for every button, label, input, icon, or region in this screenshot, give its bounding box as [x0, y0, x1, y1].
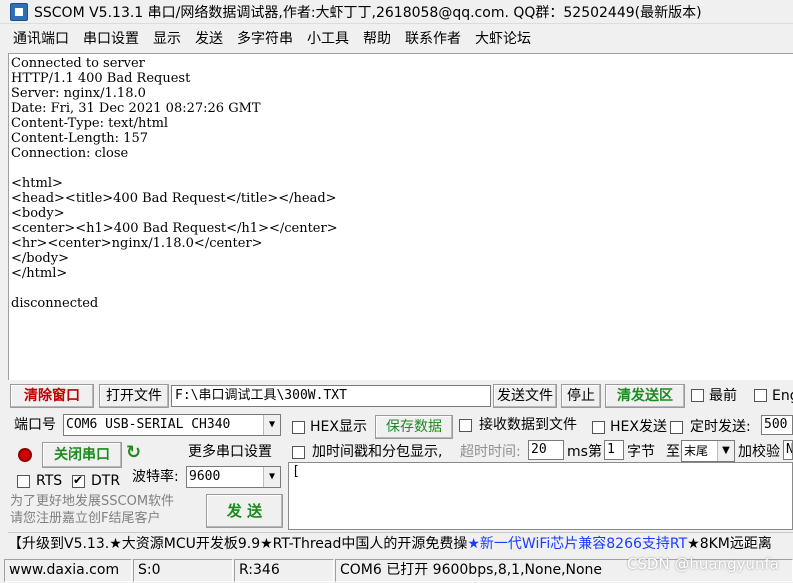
- receive-line: <hr><center>nginx/1.18.0</center>: [11, 236, 263, 251]
- timed-send-label: 定时发送:: [690, 419, 751, 435]
- menu-bar: 通讯端口 串口设置 显示 发送 多字符串 小工具 帮助 联系作者 大虾论坛: [0, 27, 793, 51]
- chevron-down-icon: ▼: [263, 415, 280, 435]
- hex-display-checkbox[interactable]: [292, 421, 305, 434]
- receive-line: Connection: close: [11, 146, 129, 161]
- menu-serial-settings[interactable]: 串口设置: [76, 27, 146, 51]
- front-label: 最前: [709, 388, 737, 404]
- timeout-label: 超时时间:: [460, 444, 521, 460]
- menu-display[interactable]: 显示: [146, 27, 188, 51]
- port-status-indicator-icon: [18, 448, 32, 462]
- english-label: English: [772, 388, 793, 404]
- dtr-checkbox[interactable]: [72, 473, 85, 488]
- port-panel: 端口号 COM6 USB-SERIAL CH340 ▼ 关闭串口 ↻ 更多串口设…: [8, 412, 285, 530]
- title-bar: SSCOM V5.13.1 串口/网络数据调试器,作者:大虾丁丁,2618058…: [0, 0, 793, 24]
- tail-value: 末尾: [684, 444, 709, 458]
- port-value: COM6 USB-SERIAL CH340: [66, 417, 231, 432]
- tail-select[interactable]: 末尾 ▼: [681, 440, 735, 462]
- chevron-down-icon: ▼: [717, 441, 734, 461]
- port-select[interactable]: COM6 USB-SERIAL CH340 ▼: [63, 414, 281, 436]
- baud-label: 波特率:: [132, 469, 179, 485]
- timed-send-interval-input[interactable]: 500: [761, 415, 793, 435]
- timed-send-checkbox[interactable]: [670, 421, 683, 434]
- hex-display-label: HEX显示: [310, 419, 367, 435]
- to-label: 至: [666, 444, 680, 460]
- checksum-label: 加校验: [738, 444, 780, 460]
- receive-line: <center><h1>400 Bad Request</h1></center…: [11, 221, 338, 236]
- news-ticker[interactable]: 【升级到V5.13.★大资源MCU开发板9.9★RT-Thread中国人的开源免…: [8, 532, 793, 556]
- status-sent-count: S:0: [133, 559, 233, 582]
- stop-button[interactable]: 停止: [561, 384, 601, 408]
- receive-line: Content-Type: text/html: [11, 116, 169, 131]
- refresh-icon[interactable]: ↻: [126, 442, 141, 463]
- menu-tools[interactable]: 小工具: [300, 27, 356, 51]
- menu-multi-string[interactable]: 多字符串: [230, 27, 300, 51]
- clear-window-button[interactable]: 清除窗口: [10, 384, 94, 408]
- ticker-text-2: ★新一代WiFi芯片兼容8266支持RT: [467, 536, 688, 552]
- register-promo[interactable]: 为了更好地发展SSCOM软件 请您注册嘉立创F结尾客户: [10, 493, 200, 527]
- port-label: 端口号: [14, 417, 56, 433]
- csdn-watermark: CSDN @huangyunfa: [626, 555, 779, 573]
- receive-area[interactable]: Connected to server HTTP/1.1 400 Bad Requ…: [8, 53, 793, 380]
- send-button[interactable]: 发 送: [206, 494, 283, 528]
- status-received-count: R:346: [234, 559, 334, 582]
- receive-line: HTTP/1.1 400 Bad Request: [11, 71, 191, 86]
- send-file-button[interactable]: 发送文件: [493, 384, 557, 408]
- menu-send[interactable]: 发送: [188, 27, 230, 51]
- hex-send-label: HEX发送: [610, 419, 667, 435]
- menu-forum[interactable]: 大虾论坛: [468, 27, 538, 51]
- receive-line: Date: Fri, 31 Dec 2021 08:27:26 GMT: [11, 101, 261, 116]
- status-website[interactable]: www.daxia.com: [4, 559, 132, 582]
- byte-prefix-label: 第: [588, 444, 602, 460]
- menu-contact[interactable]: 联系作者: [398, 27, 468, 51]
- file-toolbar: 清除窗口 打开文件 F:\串口调试工具\300W.TXT 发送文件 停止 清发送…: [8, 383, 793, 409]
- baud-value: 9600: [189, 469, 221, 484]
- chevron-down-icon: ▼: [263, 467, 280, 487]
- rts-checkbox[interactable]: [17, 475, 30, 488]
- receive-line: [11, 281, 793, 296]
- ms-label: ms: [567, 444, 588, 460]
- window-title: SSCOM V5.13.1 串口/网络数据调试器,作者:大虾丁丁,2618058…: [34, 4, 702, 21]
- ticker-text-3: ★8KM远距离: [687, 536, 772, 552]
- receive-line: </body>: [11, 251, 69, 266]
- rts-label: RTS: [36, 473, 63, 489]
- byte-start-input[interactable]: 1: [604, 440, 624, 460]
- receive-line: Server: nginx/1.18.0: [11, 86, 146, 101]
- more-settings-link[interactable]: 更多串口设置: [188, 442, 272, 462]
- front-checkbox[interactable]: [691, 389, 704, 402]
- save-data-button[interactable]: 保存数据: [375, 415, 453, 439]
- receive-line: [11, 161, 793, 176]
- receive-line: <head><title>400 Bad Request</title></he…: [11, 191, 337, 206]
- baud-select[interactable]: 9600 ▼: [186, 466, 281, 488]
- timeout-input[interactable]: 20: [528, 440, 564, 460]
- menu-help[interactable]: 帮助: [356, 27, 398, 51]
- hex-send-checkbox[interactable]: [592, 421, 605, 434]
- dtr-label: DTR: [91, 473, 121, 489]
- receive-line: Connected to server: [11, 56, 145, 71]
- byte-label: 字节: [627, 444, 655, 460]
- receive-line: <html>: [11, 176, 63, 191]
- ticker-text-1: 【升级到V5.13.★大资源MCU开发板9.9★RT-Thread中国人的开源免…: [8, 536, 468, 552]
- clear-send-button[interactable]: 清发送区: [605, 384, 685, 408]
- open-file-button[interactable]: 打开文件: [99, 384, 169, 408]
- send-textarea[interactable]: [: [288, 462, 793, 530]
- receive-text: Connected to server HTTP/1.1 400 Bad Requ…: [9, 54, 793, 311]
- app-icon: [10, 2, 28, 21]
- menu-port[interactable]: 通讯端口: [10, 27, 76, 51]
- english-checkbox[interactable]: [754, 389, 767, 402]
- checksum-select[interactable]: N: [783, 440, 793, 460]
- receive-to-file-checkbox[interactable]: [459, 419, 472, 432]
- receive-line: Content-Length: 157: [11, 131, 148, 146]
- receive-line: </html>: [11, 266, 68, 281]
- receive-line: disconnected: [11, 296, 99, 311]
- file-path-input[interactable]: F:\串口调试工具\300W.TXT: [171, 385, 491, 407]
- timestamp-checkbox[interactable]: [292, 446, 305, 459]
- timestamp-label: 加时间戳和分包显示,: [312, 444, 443, 460]
- receive-line: <body>: [11, 206, 65, 221]
- receive-to-file-label: 接收数据到文件: [479, 417, 577, 433]
- close-port-button[interactable]: 关闭串口: [42, 442, 122, 468]
